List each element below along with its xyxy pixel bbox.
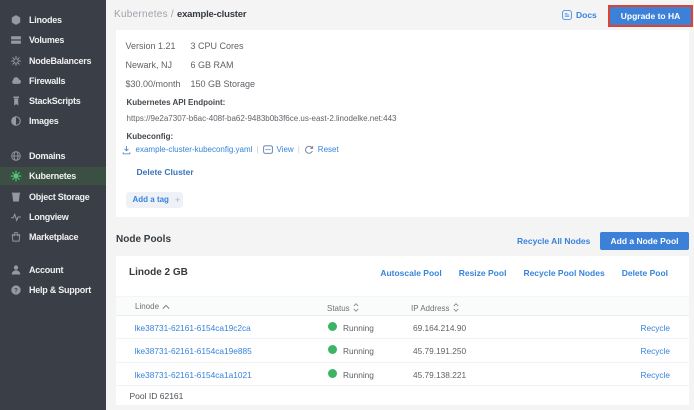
svg-text:?: ? <box>14 287 18 294</box>
